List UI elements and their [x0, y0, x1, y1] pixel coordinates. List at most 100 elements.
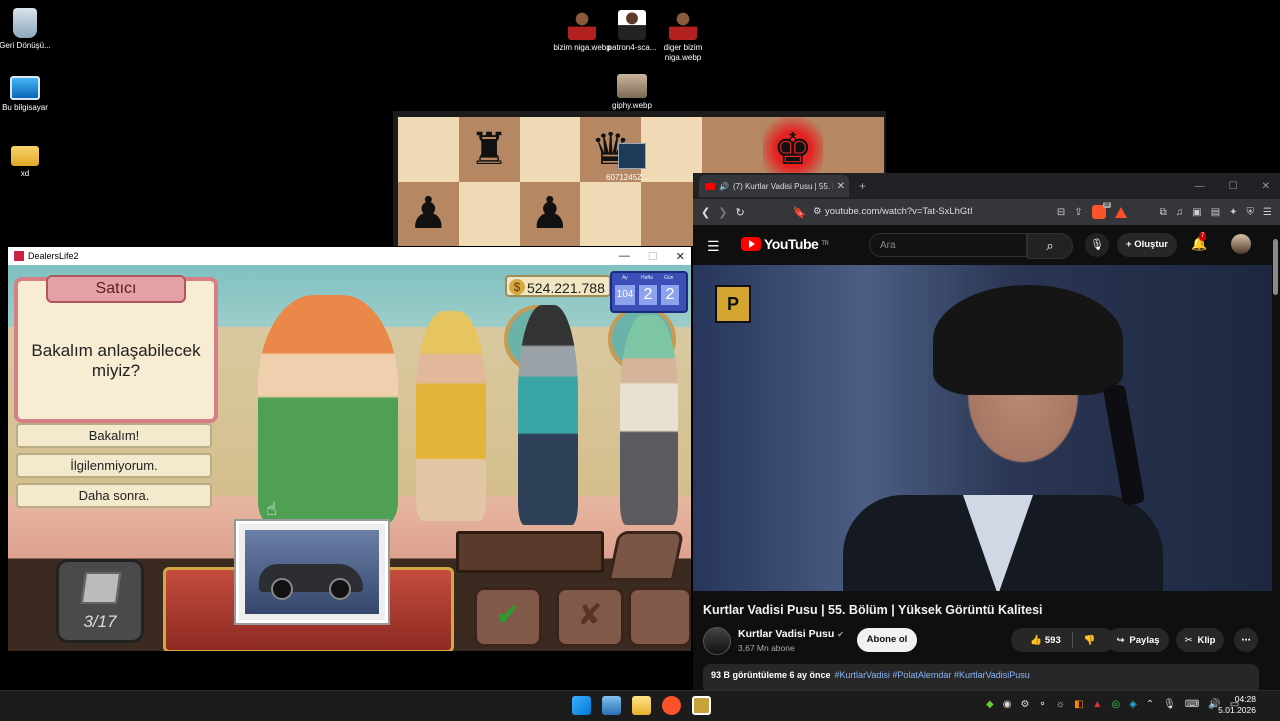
close-button[interactable]: ✕	[676, 250, 685, 263]
youtube-logo[interactable]: YouTube TR	[741, 236, 829, 252]
like-button[interactable]: 👍 593	[1030, 635, 1060, 646]
more-actions-button[interactable]: ⋯	[1234, 628, 1258, 652]
minimize-button[interactable]: —	[619, 250, 630, 262]
desktop-icon-this-pc[interactable]: Bu bilgisayar	[0, 76, 57, 113]
reload-icon[interactable]: ↻	[735, 206, 744, 219]
brave-browser-icon[interactable]	[662, 696, 681, 715]
black-king-icon[interactable]: ♚	[773, 124, 812, 175]
tray-app-icon[interactable]: ◉	[1003, 699, 1012, 710]
search-input[interactable]: Ara	[869, 233, 1027, 257]
share-icon[interactable]: ⇪	[1074, 207, 1082, 218]
maximize-button[interactable]: ☐	[648, 250, 658, 263]
file-explorer-icon[interactable]	[632, 696, 651, 715]
accept-deal-button[interactable]: ✔	[474, 587, 542, 647]
tray-app-icon[interactable]: ◎	[1111, 699, 1120, 710]
description-box[interactable]: 93 B görüntüleme 6 ay önce #KurtlarVadisi…	[703, 664, 1259, 690]
site-info-icon[interactable]: ⚙	[813, 203, 822, 221]
dealers-life-window[interactable]: DealersLife2 — ☐ ✕ Satıcı Bakalım anlaşa…	[8, 247, 691, 651]
black-pawn-icon[interactable]: ♟	[530, 188, 569, 239]
chess-square-in-check[interactable]: ♚	[762, 117, 824, 182]
tray-app-icon[interactable]: ◧	[1074, 699, 1083, 710]
screenshot-icon[interactable]: ⧉	[1160, 207, 1167, 218]
search-button[interactable]: ⌕	[1027, 233, 1073, 259]
sidebar-icon[interactable]: ▣	[1192, 207, 1201, 218]
youtube-header: ☰ YouTube TR Ara ⌕ 🎙 + Oluştur 🔔 7	[693, 225, 1280, 265]
price-wedge[interactable]	[607, 531, 685, 581]
offer-tray[interactable]	[456, 531, 604, 573]
chess-square[interactable]: ♟	[519, 181, 581, 246]
chess-square[interactable]: ♜	[458, 117, 520, 182]
chevron-up-icon[interactable]: ⌃	[1146, 699, 1154, 710]
chess-square[interactable]: 8	[823, 117, 884, 182]
clip-button[interactable]: ✂ Klip	[1176, 628, 1224, 652]
start-button-icon[interactable]	[572, 696, 591, 715]
chess-square[interactable]	[398, 117, 459, 182]
tray-app-icon[interactable]: ⚬	[1038, 699, 1046, 710]
system-clock[interactable]: 04:28 5.01.2026	[1218, 694, 1256, 716]
choice-not-interested-button[interactable]: İlgilenmiyorum.	[16, 453, 212, 478]
scrollbar[interactable]	[1273, 239, 1278, 295]
channel-name[interactable]: Kurtlar Vadisi Pusu ✔	[738, 628, 844, 640]
close-tab-icon[interactable]: ✕	[837, 181, 845, 192]
tray-app-icon[interactable]: ▲	[1092, 699, 1102, 710]
desktop-icon-recycle-bin[interactable]: Geri Dönüşü...	[0, 8, 57, 51]
inventory-counter[interactable]: 3/17	[56, 559, 144, 643]
chess-square[interactable]	[519, 117, 581, 182]
chess-square[interactable]	[580, 181, 641, 246]
hashtags[interactable]: #KurtlarVadisi #PolatAlemdar #KurtlarVad…	[835, 670, 1030, 680]
address-bar[interactable]: ⚙ youtube.com/watch?v=Tat-SxLhGtI	[813, 203, 1025, 221]
reject-deal-button[interactable]: ✘	[556, 587, 624, 647]
black-rook-icon[interactable]: ♜	[469, 124, 508, 175]
chess-square[interactable]: ♟	[398, 181, 459, 246]
create-button[interactable]: + Oluştur	[1117, 233, 1177, 257]
media-icon[interactable]: ♫	[1176, 207, 1184, 218]
vpn-icon[interactable]: ⛨	[1247, 207, 1255, 218]
choice-accept-button[interactable]: Bakalım!	[16, 423, 212, 448]
forward-icon[interactable]: ❯	[718, 206, 727, 219]
desktop-icon-folder-xd[interactable]: xd	[0, 140, 57, 179]
close-button[interactable]: ✕	[1262, 181, 1270, 192]
desktop-icon-diger-bizim-niga[interactable]: diger bizim niga.webp	[651, 10, 715, 63]
menu-icon[interactable]: ☰	[1263, 207, 1272, 218]
video-player[interactable]: P	[693, 265, 1272, 591]
subscribe-button[interactable]: Abone ol	[857, 628, 917, 652]
new-tab-button[interactable]: +	[859, 179, 866, 193]
bookmark-icon[interactable]: 🔖	[793, 206, 807, 219]
tray-app-icon[interactable]: ◈	[1129, 699, 1137, 710]
bag-button[interactable]	[628, 587, 691, 647]
back-icon[interactable]: ❮	[701, 206, 710, 219]
wallet-icon[interactable]: ▤	[1211, 207, 1220, 218]
game-titlebar[interactable]: DealersLife2	[8, 247, 691, 265]
browser-window[interactable]: 🔊 (7) Kurtlar Vadisi Pusu | 55. Bö ✕ + —…	[693, 173, 1280, 690]
guide-menu-icon[interactable]: ☰	[707, 238, 720, 255]
leo-icon[interactable]: ✦	[1229, 207, 1237, 218]
choice-later-button[interactable]: Daha sonra.	[16, 483, 212, 508]
brave-shields-icon[interactable]: 36	[1091, 202, 1111, 219]
voice-search-button[interactable]: 🎙	[1085, 233, 1109, 257]
notifications-button[interactable]: 🔔 7	[1191, 232, 1207, 252]
channel-avatar[interactable]	[703, 627, 731, 655]
chess-square[interactable]	[641, 117, 702, 182]
chess-square[interactable]	[701, 117, 763, 182]
minimize-button[interactable]: —	[1195, 181, 1205, 192]
desktop-file-icon[interactable]	[618, 143, 646, 169]
chess-square[interactable]	[458, 181, 520, 246]
speaker-icon[interactable]: 🔊	[719, 182, 729, 191]
tray-app-icon[interactable]: ☼	[1056, 699, 1065, 710]
tray-app-icon[interactable]: ◆	[986, 699, 994, 710]
microphone-icon[interactable]: 🎙	[1163, 699, 1176, 710]
maximize-button[interactable]: ☐	[1229, 181, 1238, 192]
dislike-button[interactable]: 👎	[1084, 635, 1096, 646]
share-button[interactable]: ↪ Paylaş	[1107, 628, 1169, 652]
install-app-icon[interactable]: ⊟	[1057, 207, 1065, 218]
dealers-life-taskbar-icon[interactable]	[692, 696, 711, 715]
avatar[interactable]	[1231, 234, 1251, 254]
desktop-icon-giphy[interactable]: giphy.webp	[600, 74, 664, 111]
item-card[interactable]	[234, 519, 390, 625]
network-icon[interactable]: ⌨	[1185, 699, 1199, 710]
steam-icon[interactable]: ⚙	[1020, 699, 1029, 710]
widgets-icon[interactable]	[602, 696, 621, 715]
browser-tab[interactable]: 🔊 (7) Kurtlar Vadisi Pusu | 55. Bö ✕	[699, 175, 849, 197]
brave-rewards-icon[interactable]	[1114, 206, 1127, 218]
black-pawn-icon[interactable]: ♟	[409, 188, 448, 239]
